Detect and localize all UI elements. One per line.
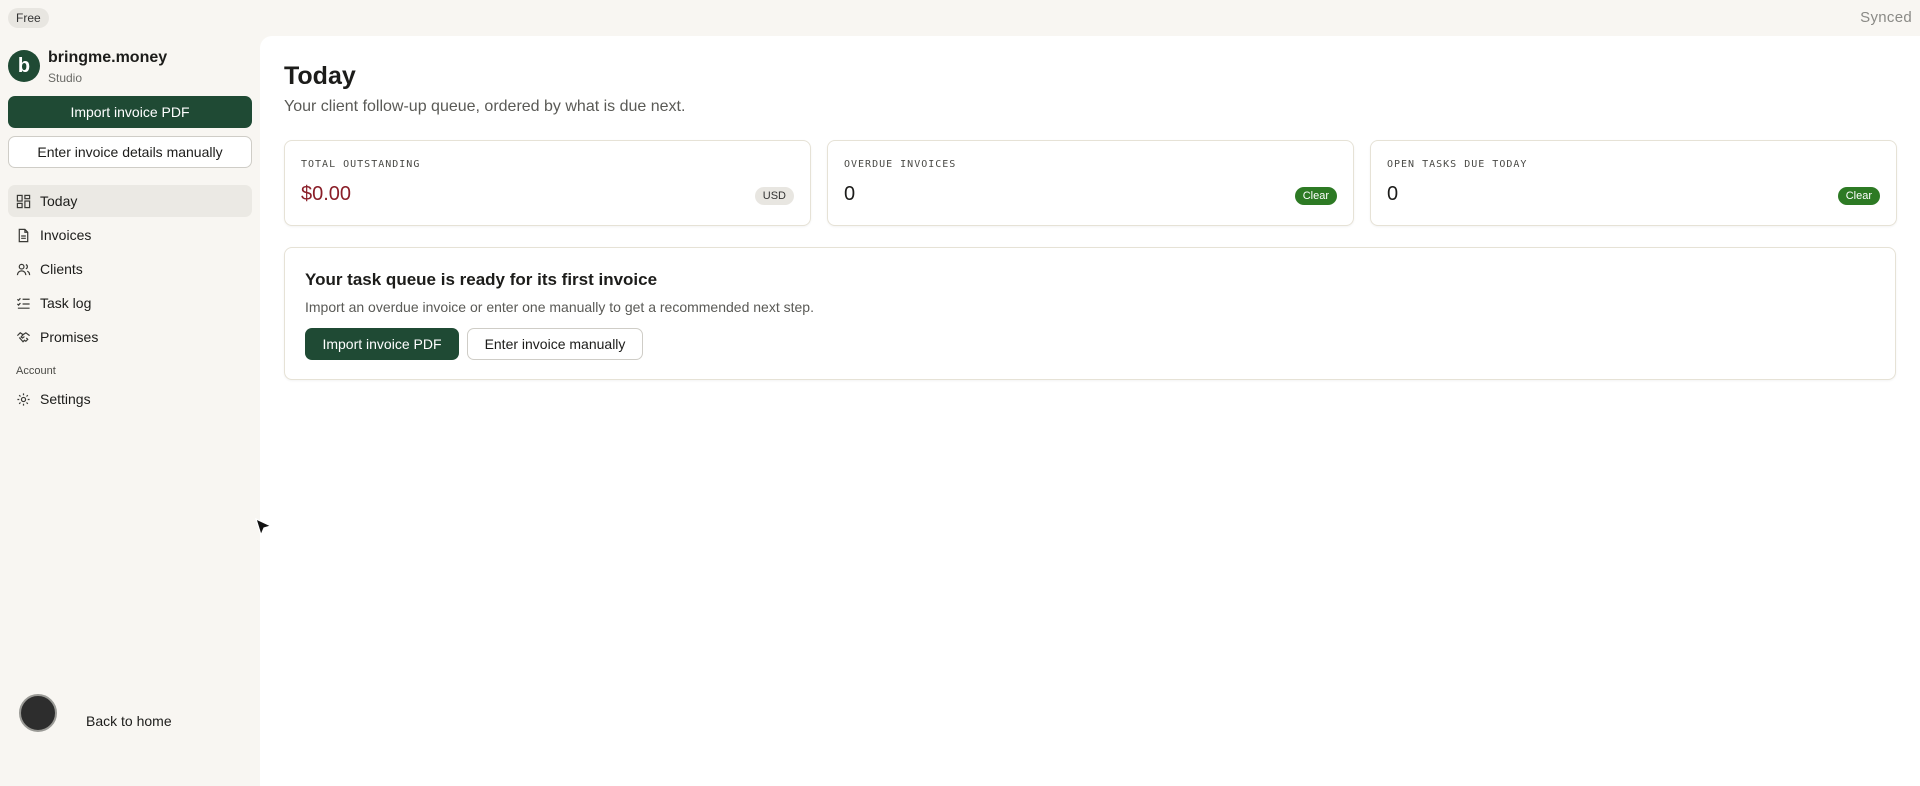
empty-state-text: Import an overdue invoice or enter one m… [305, 299, 814, 315]
sidebar-item-promises[interactable]: Promises [8, 321, 252, 353]
back-to-home-link[interactable]: Back to home [86, 713, 172, 729]
dashboard-icon [16, 194, 31, 208]
sidebar-item-label: Settings [40, 391, 91, 407]
handshake-icon [16, 331, 30, 343]
empty-state-title: Your task queue is ready for its first i… [305, 270, 658, 289]
sidebar-item-today[interactable]: Today [8, 185, 252, 217]
account-section-heading: Account [16, 365, 56, 377]
sidebar-item-clients[interactable]: Clients [8, 253, 252, 285]
page-title: Today [284, 62, 356, 90]
sidebar: b bringme.money Studio Import invoice PD… [0, 36, 260, 786]
sidebar-item-settings[interactable]: Settings [8, 383, 252, 415]
gear-icon [17, 392, 30, 406]
import-invoice-pdf-button[interactable]: Import invoice PDF [305, 328, 459, 360]
sync-status: Synced [1860, 9, 1912, 26]
stat-label: OPEN TASKS DUE TODAY [1387, 159, 1528, 170]
stat-value: $0.00 [301, 183, 352, 205]
top-bar: Free Synced [0, 0, 1920, 36]
stat-value: 0 [1387, 183, 1399, 205]
currency-badge: USD [754, 187, 794, 205]
import-invoice-pdf-button[interactable]: Import invoice PDF [8, 96, 252, 128]
plan-badge: Free [8, 8, 49, 28]
checklist-icon [16, 297, 30, 309]
mouse-cursor-icon [255, 517, 273, 537]
status-badge: Clear [1294, 187, 1337, 205]
stat-label: TOTAL OUTSTANDING [301, 159, 421, 170]
enter-invoice-manually-button[interactable]: Enter invoice details manually [8, 136, 252, 168]
brand[interactable]: b bringme.money Studio [8, 48, 167, 85]
sidebar-item-invoices[interactable]: Invoices [8, 219, 252, 251]
brand-logo: b [8, 50, 40, 82]
empty-state-card: Your task queue is ready for its first i… [284, 247, 1896, 380]
status-badge: Clear [1837, 187, 1880, 205]
stat-value: 0 [844, 183, 856, 205]
stat-card-overdue-invoices: OVERDUE INVOICES 0 Clear [827, 140, 1354, 226]
brand-name: bringme.money [48, 49, 168, 66]
document-icon [18, 228, 29, 242]
sidebar-nav: Today Invoices Clients Task log Promises… [8, 185, 252, 417]
page-subtitle: Your client follow-up queue, ordered by … [284, 98, 686, 115]
brand-subtitle: Studio [48, 71, 83, 85]
sidebar-item-task-log[interactable]: Task log [8, 287, 252, 319]
sidebar-item-label: Today [40, 193, 78, 209]
avatar[interactable] [19, 694, 57, 732]
stat-label: OVERDUE INVOICES [844, 159, 957, 170]
sidebar-item-label: Promises [40, 329, 99, 345]
users-icon [16, 263, 31, 275]
sidebar-item-label: Task log [40, 295, 92, 311]
sidebar-item-label: Invoices [40, 227, 92, 243]
main-content: Today Your client follow-up queue, order… [260, 36, 1920, 786]
enter-invoice-manually-button[interactable]: Enter invoice manually [467, 328, 643, 360]
stat-card-total-outstanding: TOTAL OUTSTANDING $0.00 USD [284, 140, 811, 226]
sidebar-item-label: Clients [40, 261, 83, 277]
stat-card-open-tasks: OPEN TASKS DUE TODAY 0 Clear [1370, 140, 1897, 226]
